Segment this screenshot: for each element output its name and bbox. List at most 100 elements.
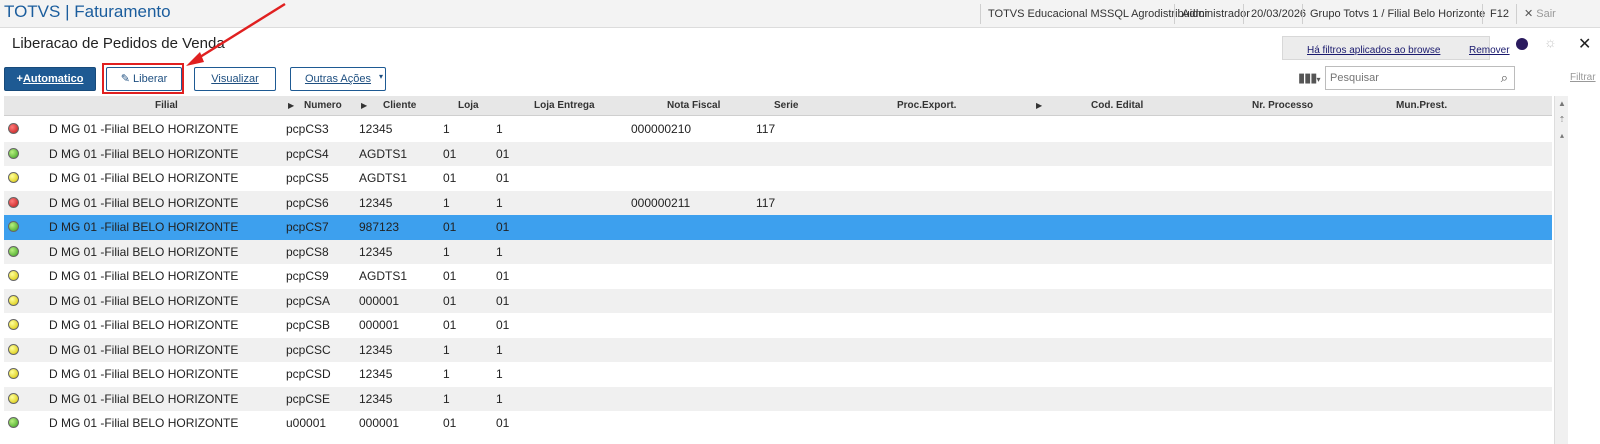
- cell-numero: pcpCSA: [286, 293, 331, 308]
- table-row[interactable]: D MG 01 -Filial BELO HORIZONTE pcpCSB 0000…: [4, 313, 1552, 338]
- cell-loja: 01: [443, 171, 457, 185]
- table-row[interactable]: D MG 01 -Filial BELO HORIZONTE pcpCS8 1234…: [4, 239, 1552, 264]
- cell-loja-entrega: 01: [496, 269, 510, 283]
- table-row[interactable]: D MG 01 -Filial BELO HORIZONTE pcpCS6 1234…: [4, 190, 1552, 215]
- status-yellow-icon: [8, 368, 19, 379]
- cell-loja-entrega: 01: [496, 416, 510, 430]
- cell-loja-entrega: 1: [496, 244, 503, 259]
- status-red-icon: [8, 196, 19, 208]
- visualizar-button[interactable]: Visualizar: [194, 67, 276, 91]
- cell-loja: 01: [443, 269, 457, 283]
- cell-loja: 01: [443, 318, 457, 332]
- cell-numero: pcpCSE: [286, 391, 331, 406]
- cell-filial: D MG 01 -Filial BELO HORIZONTE: [49, 269, 239, 283]
- automatico-button[interactable]: +Automatico: [4, 67, 96, 91]
- cell-filial: D MG 01 -Filial BELO HORIZONTE: [49, 293, 239, 308]
- table-row[interactable]: D MG 01 -Filial BELO HORIZONTE pcpCS9 AGDT…: [4, 264, 1552, 289]
- col-filial[interactable]: Filial: [155, 100, 178, 111]
- cell-cliente: AGDTS1: [359, 269, 408, 283]
- table-row[interactable]: D MG 01 -Filial BELO HORIZONTE pcpCSA 0000…: [4, 288, 1552, 313]
- chevron-down-icon: ▾: [378, 72, 383, 81]
- col-mun-prest[interactable]: Mun.Prest.: [1396, 100, 1447, 111]
- cell-filial: D MG 01 -Filial BELO HORIZONTE: [49, 391, 239, 406]
- status-green-icon: [8, 417, 19, 428]
- status-yellow-icon: [8, 294, 19, 306]
- cell-loja-entrega: 1: [496, 367, 503, 381]
- cell-numero: pcpCS4: [286, 146, 329, 161]
- col-loja[interactable]: Loja: [458, 100, 479, 111]
- table-row[interactable]: D MG 01 -Filial BELO HORIZONTE pcpCS3 1234…: [4, 117, 1552, 142]
- cell-loja: 1: [443, 367, 450, 381]
- grid-header: Filial ▶ Numero ▶ Cliente Loja Loja Entr…: [4, 96, 1552, 116]
- table-row[interactable]: D MG 01 -Filial BELO HORIZONTE pcpCS5 AGDT…: [4, 166, 1552, 191]
- cell-numero: pcpCS7: [286, 220, 329, 234]
- app-title: TOTVS | Faturamento: [4, 2, 171, 21]
- table-row[interactable]: D MG 01 -Filial BELO HORIZONTE pcpCSE 1234…: [4, 386, 1552, 411]
- close-window-icon[interactable]: ✕: [1578, 34, 1591, 54]
- branch-label[interactable]: Grupo Totvs 1 / Filial Belo Horizonte: [1302, 4, 1492, 24]
- cell-numero: pcpCSB: [286, 318, 331, 332]
- cell-loja-entrega: 1: [496, 195, 503, 210]
- filter-notice: Há filtros aplicados ao browse Remover: [1282, 36, 1510, 60]
- f12-button[interactable]: F12: [1482, 4, 1514, 24]
- col-nr-processo[interactable]: Nr. Processo: [1252, 100, 1313, 111]
- table-row[interactable]: D MG 01 -Filial BELO HORIZONTE pcpCSC 1234…: [4, 337, 1552, 362]
- status-green-icon: [8, 147, 19, 159]
- vertical-scrollbar[interactable]: ▲ ⇡ ▴: [1554, 96, 1568, 444]
- cell-loja-entrega: 01: [496, 220, 510, 234]
- status-yellow-icon: [8, 343, 19, 355]
- col-serie[interactable]: Serie: [774, 100, 798, 111]
- automatico-label: Automatico: [22, 73, 84, 85]
- theme-icon[interactable]: [1516, 38, 1528, 50]
- cell-cliente: 000001: [359, 416, 400, 430]
- search-input[interactable]: [1326, 67, 1486, 89]
- status-red-icon: [8, 123, 19, 134]
- col-numero[interactable]: Numero: [304, 100, 342, 111]
- cell-filial: D MG 01 -Filial BELO HORIZONTE: [49, 195, 239, 210]
- cell-loja-entrega: 01: [496, 318, 510, 332]
- col-cliente[interactable]: Cliente: [383, 100, 416, 111]
- status-green-icon: [8, 221, 19, 232]
- table-row[interactable]: D MG 01 -Filial BELO HORIZONTE pcpCS7 9871…: [4, 215, 1552, 240]
- annotation-arrow: [186, 2, 286, 66]
- scroll-top-icon[interactable]: ▲: [1556, 98, 1568, 110]
- col-cod-edital[interactable]: Cod. Edital: [1091, 100, 1143, 111]
- scroll-up-icon[interactable]: ▴: [1556, 130, 1568, 142]
- cell-loja-entrega: 1: [496, 342, 503, 357]
- cell-filial: D MG 01 -Filial BELO HORIZONTE: [49, 220, 239, 234]
- settings-icon[interactable]: ☼: [1544, 34, 1557, 50]
- remove-filters-link[interactable]: Remover: [1469, 45, 1510, 56]
- scroll-page-up-icon[interactable]: ⇡: [1556, 114, 1568, 126]
- cell-cliente: 12345: [359, 195, 393, 210]
- outras-acoes-button[interactable]: Outras Ações ▾: [290, 67, 386, 91]
- cell-serie: 117: [756, 195, 776, 210]
- exit-button[interactable]: ✕ Sair: [1516, 4, 1563, 24]
- cell-numero: pcpCS5: [286, 171, 329, 185]
- table-row[interactable]: D MG 01 -Filial BELO HORIZONTE pcpCSD 1234…: [4, 362, 1552, 387]
- cell-numero: pcpCSD: [286, 367, 331, 381]
- cell-loja: 01: [443, 146, 457, 161]
- cell-cliente: 12345: [359, 244, 393, 259]
- cell-loja-entrega: 01: [496, 146, 510, 161]
- cell-numero: pcpCS8: [286, 244, 329, 259]
- cell-loja-entrega: 01: [496, 293, 510, 308]
- cell-filial: D MG 01 -Filial BELO HORIZONTE: [49, 342, 239, 357]
- filters-applied-link[interactable]: Há filtros aplicados ao browse: [1307, 45, 1440, 56]
- col-proc-export[interactable]: Proc.Export.: [897, 100, 956, 111]
- cell-numero: pcpCS9: [286, 269, 329, 283]
- cell-loja: 01: [443, 220, 457, 234]
- table-row[interactable]: D MG 01 -Filial BELO HORIZONTE u00001 0000…: [4, 411, 1552, 436]
- table-row[interactable]: D MG 01 -Filial BELO HORIZONTE pcpCS4 AGDT…: [4, 141, 1552, 166]
- cell-filial: D MG 01 -Filial BELO HORIZONTE: [49, 244, 239, 259]
- search-icon[interactable]: ⌕: [1501, 70, 1508, 86]
- filtrar-link[interactable]: Filtrar: [1570, 72, 1596, 83]
- cell-cliente: 000001: [359, 318, 400, 332]
- cell-numero: pcpCSC: [286, 342, 331, 357]
- status-yellow-icon: [8, 270, 19, 281]
- col-nota-fiscal[interactable]: Nota Fiscal: [667, 100, 720, 111]
- cell-loja: 1: [443, 122, 450, 136]
- columns-icon[interactable]: ▮▮▮▾: [1298, 70, 1320, 86]
- col-loja-entrega[interactable]: Loja Entrega: [534, 100, 595, 111]
- cell-cliente: 12345: [359, 367, 393, 381]
- caret-right-icon: ▶: [1036, 101, 1043, 110]
